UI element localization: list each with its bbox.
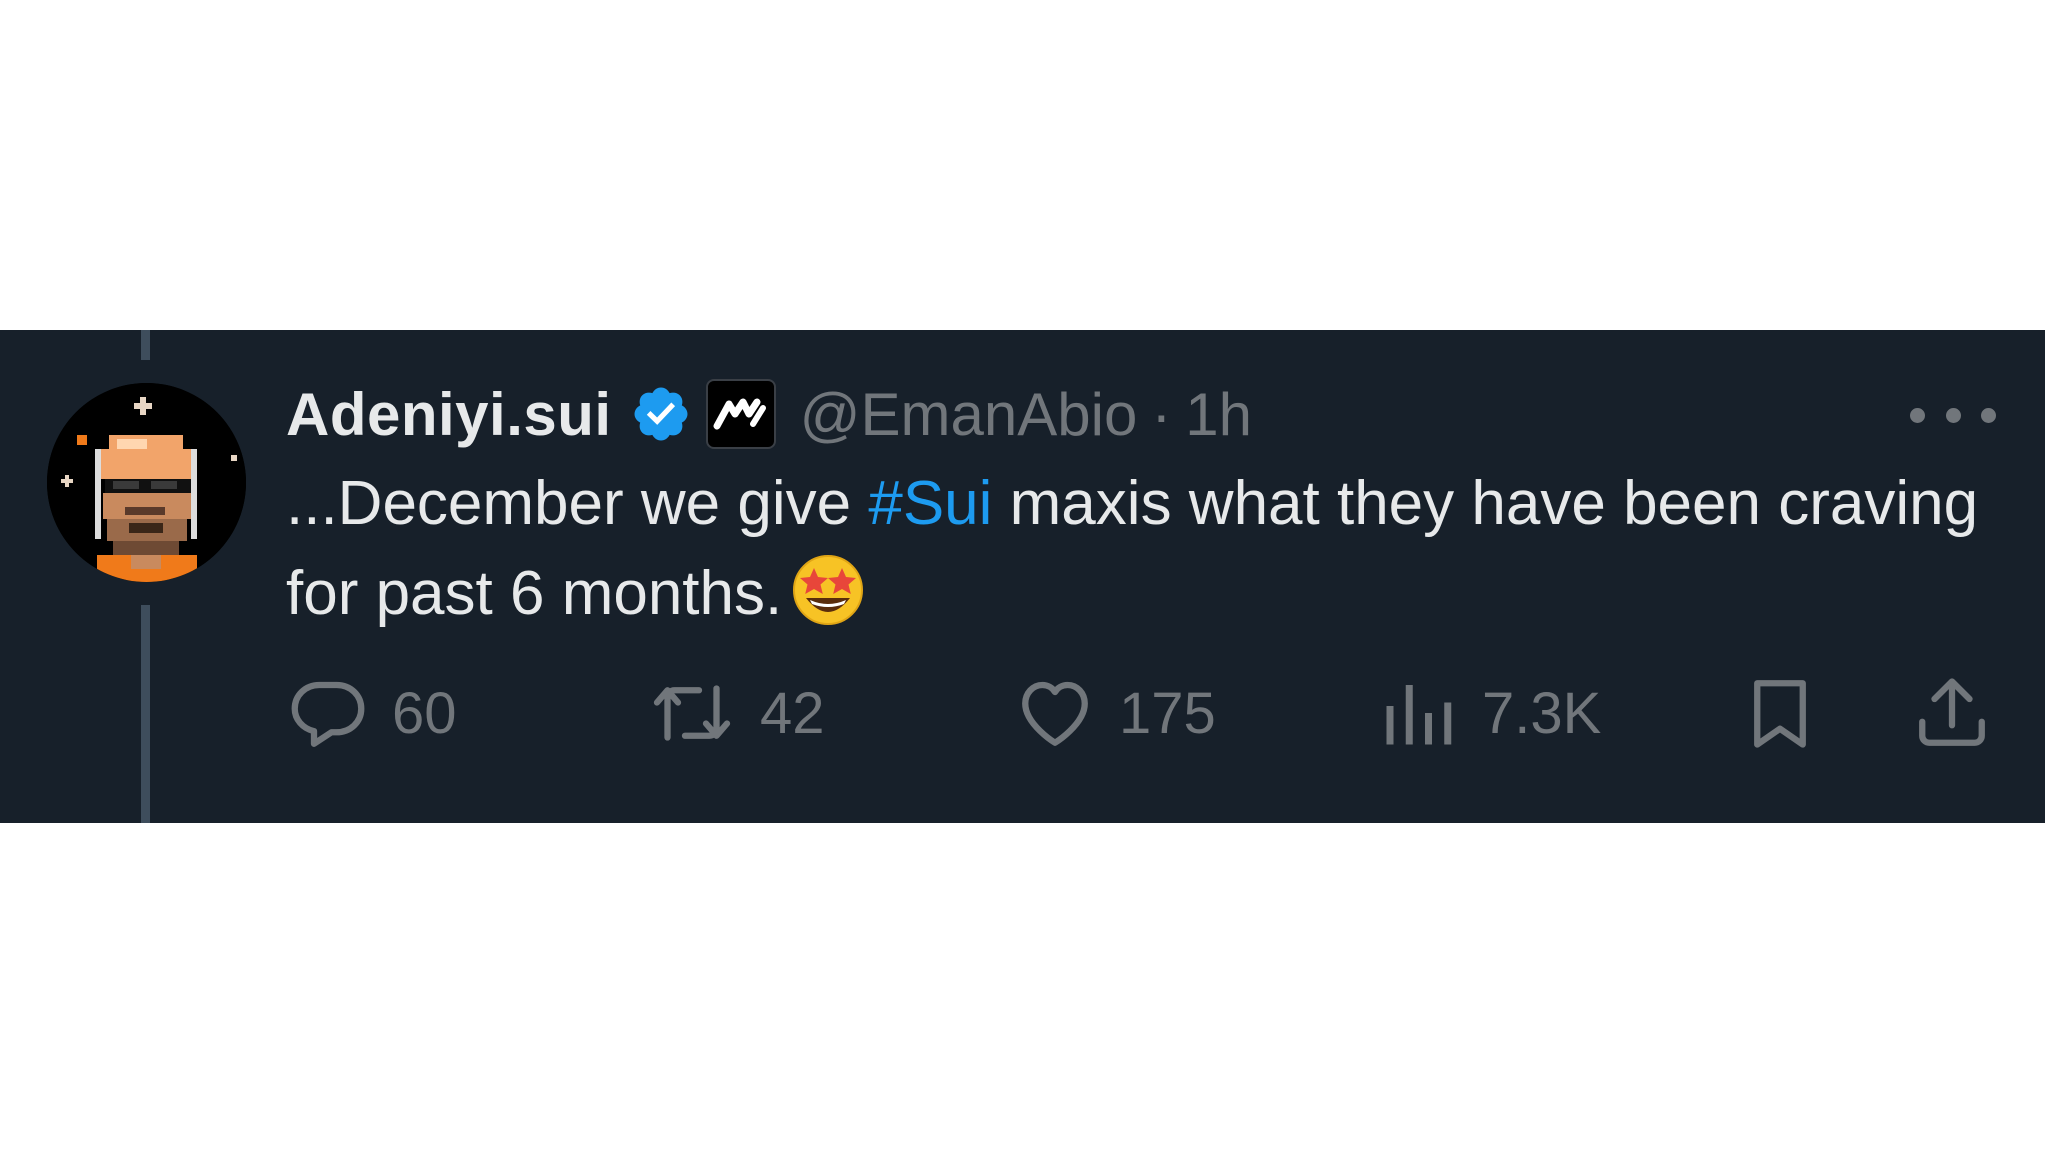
bookmark-icon: [1754, 680, 1806, 748]
tweet-text: ...December we give #Sui maxis what they…: [286, 460, 1986, 638]
user-handle[interactable]: @EmanAbio: [800, 380, 1138, 449]
reply-icon: [291, 681, 365, 747]
hashtag-link[interactable]: #Sui: [868, 469, 992, 538]
views-button[interactable]: 7.3K: [1376, 668, 1601, 758]
views-count: 7.3K: [1482, 680, 1602, 746]
timestamp[interactable]: 1h: [1185, 380, 1252, 449]
tweet-text-before: ...December we give: [286, 469, 869, 538]
more-options-icon[interactable]: [1910, 390, 1996, 440]
tweet-card[interactable]: Adeniyi.sui @EmanAbio · 1h ...December w…: [0, 330, 2045, 823]
more-dot: [1910, 407, 1925, 423]
bookmark-button[interactable]: [1738, 668, 1822, 758]
like-count: 175: [1119, 680, 1216, 746]
avatar[interactable]: [47, 383, 246, 582]
pixel-avatar-image: [47, 383, 246, 582]
retweet-icon: [653, 685, 731, 741]
thread-line-bottom: [141, 605, 150, 823]
page: Adeniyi.sui @EmanAbio · 1h ...December w…: [0, 0, 2045, 1150]
reply-count: 60: [392, 680, 457, 746]
tweet-header: Adeniyi.sui @EmanAbio · 1h: [286, 372, 1252, 456]
retweet-button[interactable]: 42: [646, 668, 825, 758]
heart-icon: [1022, 681, 1088, 746]
more-dot: [1945, 407, 1961, 423]
dot-separator: ·: [1151, 380, 1172, 448]
reply-button[interactable]: 60: [286, 668, 457, 758]
share-icon: [1919, 678, 1985, 746]
verified-badge-icon[interactable]: [630, 383, 692, 445]
share-button[interactable]: [1908, 668, 1996, 758]
display-name[interactable]: Adeniyi.sui: [286, 380, 612, 449]
like-button[interactable]: 175: [1013, 668, 1216, 758]
thread-line-top: [141, 330, 150, 360]
more-dot: [1981, 407, 1996, 423]
action-bar: 60 42 175 7.3K: [286, 668, 1996, 758]
views-chart-icon: [1386, 685, 1452, 745]
star-struck-emoji-icon: [788, 548, 868, 628]
retweet-count: 42: [760, 680, 825, 746]
affiliate-logo-icon[interactable]: [705, 379, 776, 449]
